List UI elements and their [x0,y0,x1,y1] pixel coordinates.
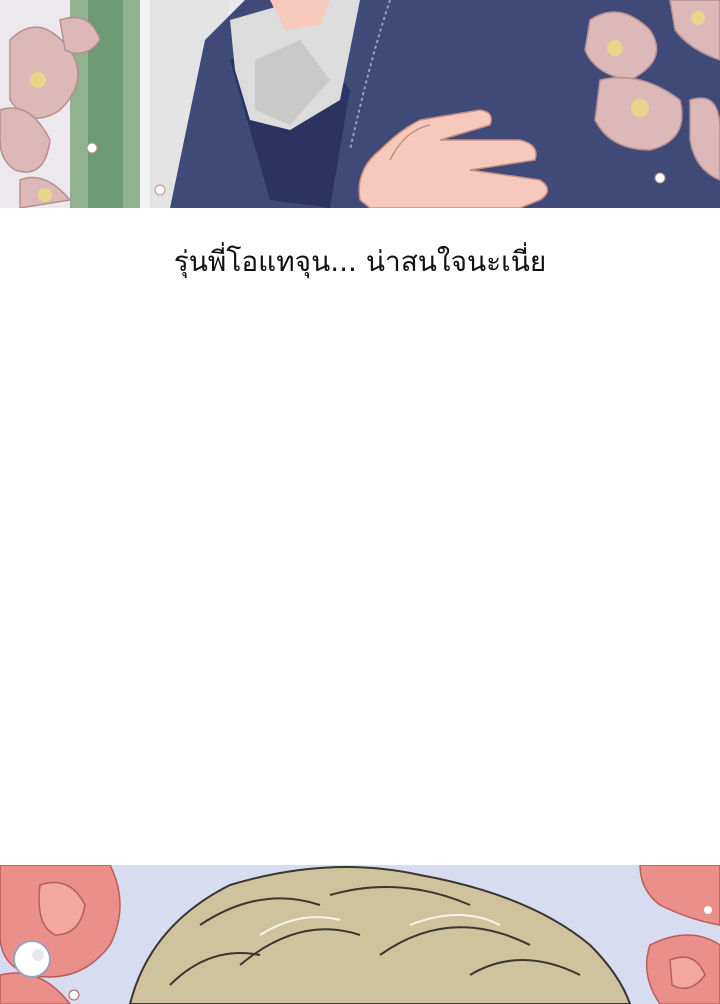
suit-hand-flowers-illustration [0,0,720,208]
comic-panel-bottom [0,865,720,1004]
hair-roses-illustration [0,865,720,1004]
comic-panel-top [0,0,720,208]
speech-caption: รุ่นพี่โอแทจุน... น่าสนใจนะเนี่ย [173,245,547,278]
